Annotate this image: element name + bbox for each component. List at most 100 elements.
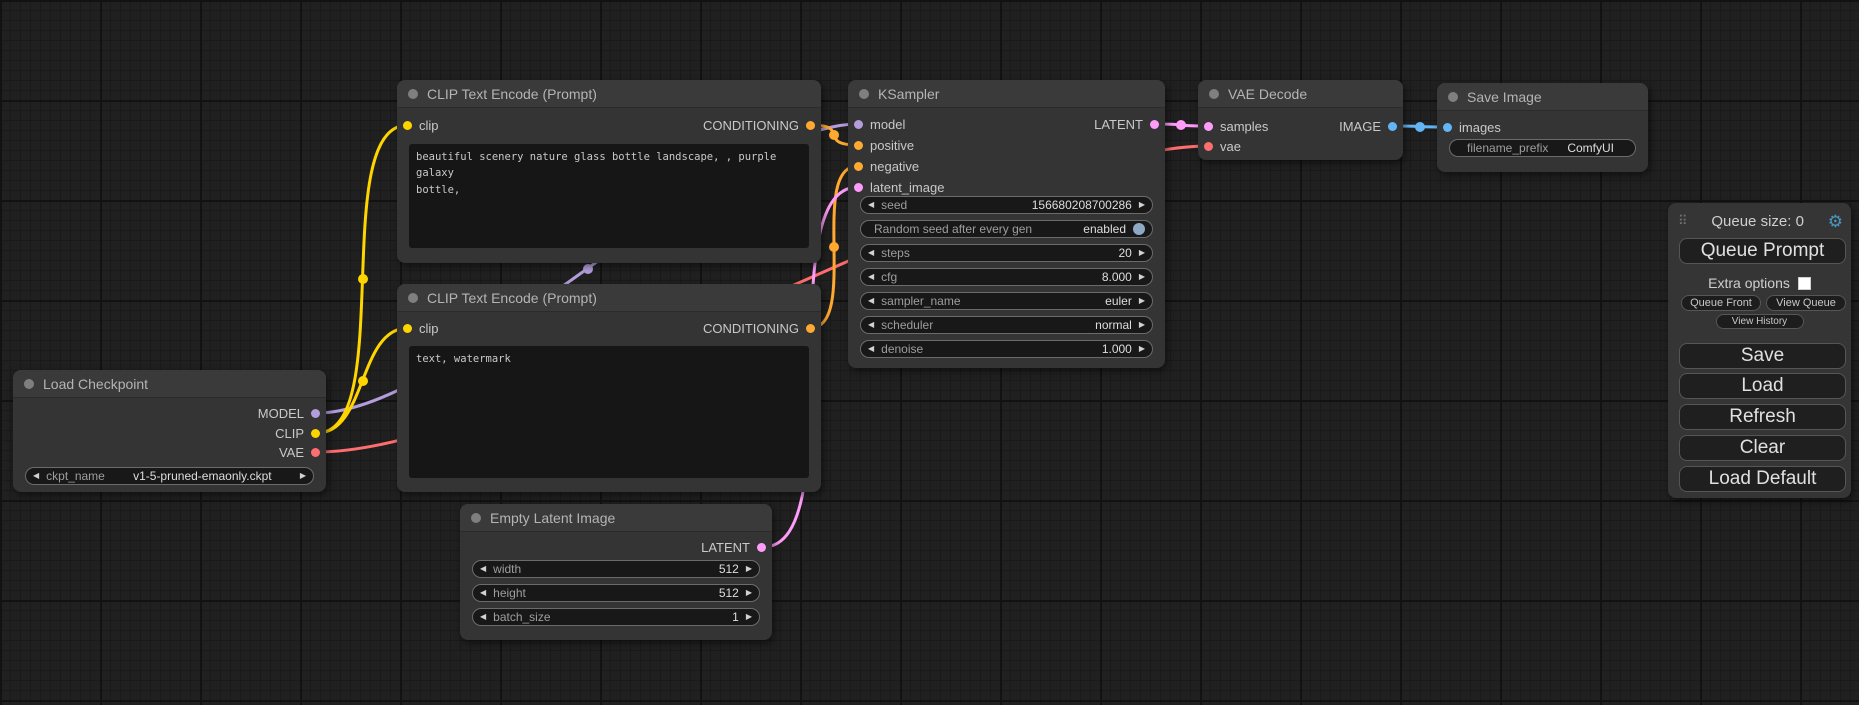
stepper-left-icon[interactable]: ◀ [868, 201, 874, 209]
wire-midpoint-dot [358, 376, 368, 386]
clear-button[interactable]: Clear [1679, 435, 1846, 461]
conditioning-output-slot: CONDITIONING [703, 318, 815, 338]
node-title-bar[interactable]: Empty Latent Image [460, 504, 772, 532]
save-button[interactable]: Save [1679, 343, 1846, 369]
stepper-right-icon[interactable]: ▶ [746, 589, 752, 597]
collapse-dot-icon[interactable] [859, 89, 869, 99]
collapse-dot-icon[interactable] [24, 379, 34, 389]
node-title-bar[interactable]: Load Checkpoint [13, 370, 326, 398]
prompt-textarea[interactable]: text, watermark [409, 346, 809, 478]
stepper-right-icon[interactable]: ▶ [300, 472, 306, 480]
view-history-button[interactable]: View History [1716, 314, 1804, 329]
latent-output-slot: LATENT [701, 537, 766, 557]
node-title-bar[interactable]: VAE Decode [1198, 80, 1403, 108]
save-image-node[interactable]: Save Image images filename_prefix ComfyU… [1437, 83, 1648, 172]
image-output-port[interactable] [1388, 122, 1397, 131]
collapse-dot-icon[interactable] [1209, 89, 1219, 99]
stepper-left-icon[interactable]: ◀ [868, 273, 874, 281]
node-title-bar[interactable]: Save Image [1437, 83, 1648, 111]
stepper-left-icon[interactable]: ◀ [868, 249, 874, 257]
conditioning-output-port[interactable] [806, 324, 815, 333]
queue-panel-header: ⠿ Queue size: 0 ⚙ [1678, 210, 1843, 232]
collapse-dot-icon[interactable] [1448, 92, 1458, 102]
model-output-label: MODEL [258, 406, 304, 421]
samples-input-port[interactable] [1204, 122, 1213, 131]
steps-widget[interactable]: ◀ steps 20 ▶ [860, 244, 1153, 262]
node-title-bar[interactable]: KSampler [848, 80, 1165, 108]
negative-input-port[interactable] [854, 162, 863, 171]
stepper-right-icon[interactable]: ▶ [1139, 249, 1145, 257]
vae-output-port[interactable] [311, 448, 320, 457]
clip-text-encode-positive-node[interactable]: CLIP Text Encode (Prompt) clip CONDITION… [397, 80, 821, 263]
denoise-widget[interactable]: ◀ denoise 1.000 ▶ [860, 340, 1153, 358]
positive-input-slot: positive [854, 135, 914, 155]
wire-midpoint-dot [583, 264, 593, 274]
queue-size-label: Queue size: 0 [1688, 213, 1828, 230]
ckpt-name-widget[interactable]: ◀ ckpt_name v1-5-pruned-emaonly.ckpt ▶ [25, 467, 314, 485]
collapse-dot-icon[interactable] [471, 513, 481, 523]
queue-prompt-button[interactable]: Queue Prompt [1679, 238, 1846, 264]
refresh-button[interactable]: Refresh [1679, 404, 1846, 430]
stepper-left-icon[interactable]: ◀ [868, 345, 874, 353]
stepper-right-icon[interactable]: ▶ [746, 613, 752, 621]
widget-label: Random seed after every gen [874, 222, 1032, 236]
queue-front-button[interactable]: Queue Front [1681, 295, 1761, 311]
positive-input-port[interactable] [854, 141, 863, 150]
prompt-textarea[interactable]: beautiful scenery nature glass bottle la… [409, 144, 809, 248]
gear-icon[interactable]: ⚙ [1828, 213, 1843, 230]
stepper-left-icon[interactable]: ◀ [480, 613, 486, 621]
load-default-button[interactable]: Load Default [1679, 466, 1846, 492]
clip-text-encode-negative-node[interactable]: CLIP Text Encode (Prompt) clip CONDITION… [397, 284, 821, 492]
batch-size-widget[interactable]: ◀ batch_size 1 ▶ [472, 608, 760, 626]
stepper-right-icon[interactable]: ▶ [1139, 201, 1145, 209]
stepper-right-icon[interactable]: ▶ [1139, 321, 1145, 329]
extra-options-checkbox[interactable] [1798, 277, 1811, 290]
view-history-row: View History [1668, 314, 1851, 329]
toggle-enabled-icon[interactable] [1133, 223, 1145, 235]
clip-input-port[interactable] [403, 121, 412, 130]
collapse-dot-icon[interactable] [408, 89, 418, 99]
stepper-right-icon[interactable]: ▶ [1139, 297, 1145, 305]
drag-handle-icon[interactable]: ⠿ [1678, 213, 1688, 229]
width-widget[interactable]: ◀ width 512 ▶ [472, 560, 760, 578]
filename-prefix-widget[interactable]: filename_prefix ComfyUI [1449, 139, 1636, 157]
clip-output-port[interactable] [311, 429, 320, 438]
stepper-left-icon[interactable]: ◀ [868, 321, 874, 329]
stepper-left-icon[interactable]: ◀ [480, 589, 486, 597]
latent-image-input-port[interactable] [854, 183, 863, 192]
scheduler-widget[interactable]: ◀ scheduler normal ▶ [860, 316, 1153, 334]
model-input-port[interactable] [854, 120, 863, 129]
empty-latent-image-node[interactable]: Empty Latent Image LATENT ◀ width 512 ▶ … [460, 504, 772, 640]
latent-output-port[interactable] [1150, 120, 1159, 129]
vae-input-port[interactable] [1204, 142, 1213, 151]
clip-input-port[interactable] [403, 324, 412, 333]
cfg-widget[interactable]: ◀ cfg 8.000 ▶ [860, 268, 1153, 286]
stepper-left-icon[interactable]: ◀ [33, 472, 39, 480]
conditioning-output-port[interactable] [806, 121, 815, 130]
widget-label: seed [881, 198, 907, 212]
load-checkpoint-node[interactable]: Load Checkpoint MODEL CLIP VAE ◀ ckpt_na… [13, 370, 326, 492]
images-input-port[interactable] [1443, 123, 1452, 132]
comfyui-canvas[interactable]: { "icons": { "stepper_left": "◀", "stepp… [0, 0, 1859, 705]
collapse-dot-icon[interactable] [408, 293, 418, 303]
load-button[interactable]: Load [1679, 373, 1846, 399]
view-queue-button[interactable]: View Queue [1766, 295, 1846, 311]
height-widget[interactable]: ◀ height 512 ▶ [472, 584, 760, 602]
model-output-port[interactable] [311, 409, 320, 418]
stepper-left-icon[interactable]: ◀ [868, 297, 874, 305]
latent-output-port[interactable] [757, 543, 766, 552]
widget-label: ckpt_name [46, 469, 105, 483]
sampler-name-widget[interactable]: ◀ sampler_name euler ▶ [860, 292, 1153, 310]
vae-decode-node[interactable]: VAE Decode samples vae IMAGE [1198, 80, 1403, 160]
queue-panel: ⠿ Queue size: 0 ⚙ Queue Prompt Extra opt… [1668, 203, 1851, 498]
seed-widget[interactable]: ◀ seed 156680208700286 ▶ [860, 196, 1153, 214]
images-input-slot: images [1443, 117, 1501, 137]
stepper-right-icon[interactable]: ▶ [1139, 273, 1145, 281]
stepper-right-icon[interactable]: ▶ [746, 565, 752, 573]
stepper-right-icon[interactable]: ▶ [1139, 345, 1145, 353]
stepper-left-icon[interactable]: ◀ [480, 565, 486, 573]
node-title-bar[interactable]: CLIP Text Encode (Prompt) [397, 80, 821, 108]
ksampler-node[interactable]: KSampler model positive negative latent_… [848, 80, 1165, 368]
random-seed-toggle-widget[interactable]: Random seed after every gen enabled [860, 220, 1153, 238]
node-title-bar[interactable]: CLIP Text Encode (Prompt) [397, 284, 821, 312]
